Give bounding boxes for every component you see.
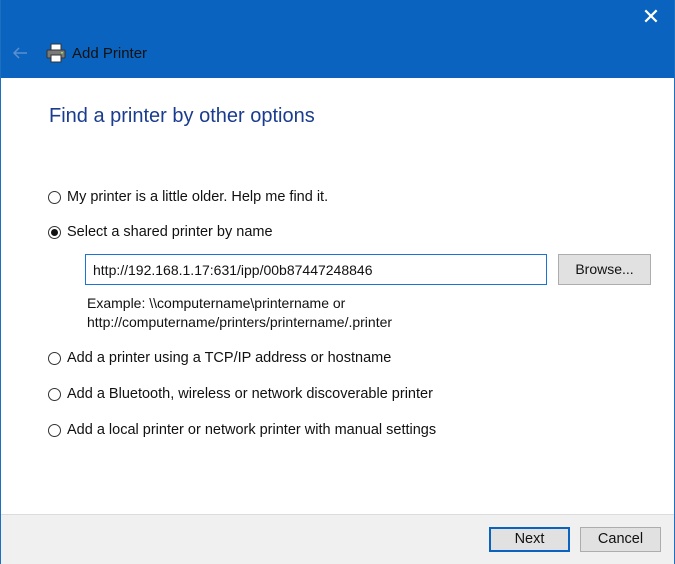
- cancel-button[interactable]: Cancel: [580, 527, 661, 552]
- option-label: Add a local printer or network printer w…: [67, 422, 437, 438]
- back-arrow-icon[interactable]: [9, 42, 31, 64]
- example-line-2: http://computername/printers/printername…: [87, 314, 393, 330]
- option-label: My printer is a little older. Help me fi…: [67, 189, 329, 205]
- option-label: Add a printer using a TCP/IP address or …: [67, 350, 392, 366]
- radio-button[interactable]: [48, 387, 61, 401]
- radio-button[interactable]: [48, 190, 61, 204]
- printer-icon: [46, 43, 66, 63]
- browse-button[interactable]: Browse...: [558, 254, 651, 285]
- option-bluetooth-wireless[interactable]: Add a Bluetooth, wireless or network dis…: [48, 384, 433, 404]
- page-heading: Find a printer by other options: [49, 105, 315, 127]
- title-bar: ✕ Add Printer: [1, 0, 674, 78]
- option-label: Select a shared printer by name: [67, 224, 273, 240]
- window-title: Add Printer: [72, 45, 148, 62]
- option-label: Add a Bluetooth, wireless or network dis…: [67, 386, 433, 402]
- example-text: Example: \\computername\printername or h…: [87, 294, 392, 332]
- option-tcp-ip[interactable]: Add a printer using a TCP/IP address or …: [48, 348, 391, 368]
- shared-printer-url-input[interactable]: [85, 254, 547, 285]
- radio-button-selected[interactable]: [48, 225, 61, 239]
- add-printer-dialog: ✕ Add Printer Find a printer by other op…: [0, 0, 675, 564]
- dialog-footer: Next Cancel: [1, 514, 674, 564]
- option-local-manual[interactable]: Add a local printer or network printer w…: [48, 420, 436, 440]
- radio-button[interactable]: [48, 351, 61, 365]
- example-line-1: Example: \\computername\printername or: [87, 295, 346, 311]
- next-button[interactable]: Next: [489, 527, 570, 552]
- close-icon[interactable]: ✕: [636, 4, 666, 30]
- option-shared-printer[interactable]: Select a shared printer by name: [48, 222, 273, 242]
- option-older-printer[interactable]: My printer is a little older. Help me fi…: [48, 187, 328, 207]
- radio-button[interactable]: [48, 423, 61, 437]
